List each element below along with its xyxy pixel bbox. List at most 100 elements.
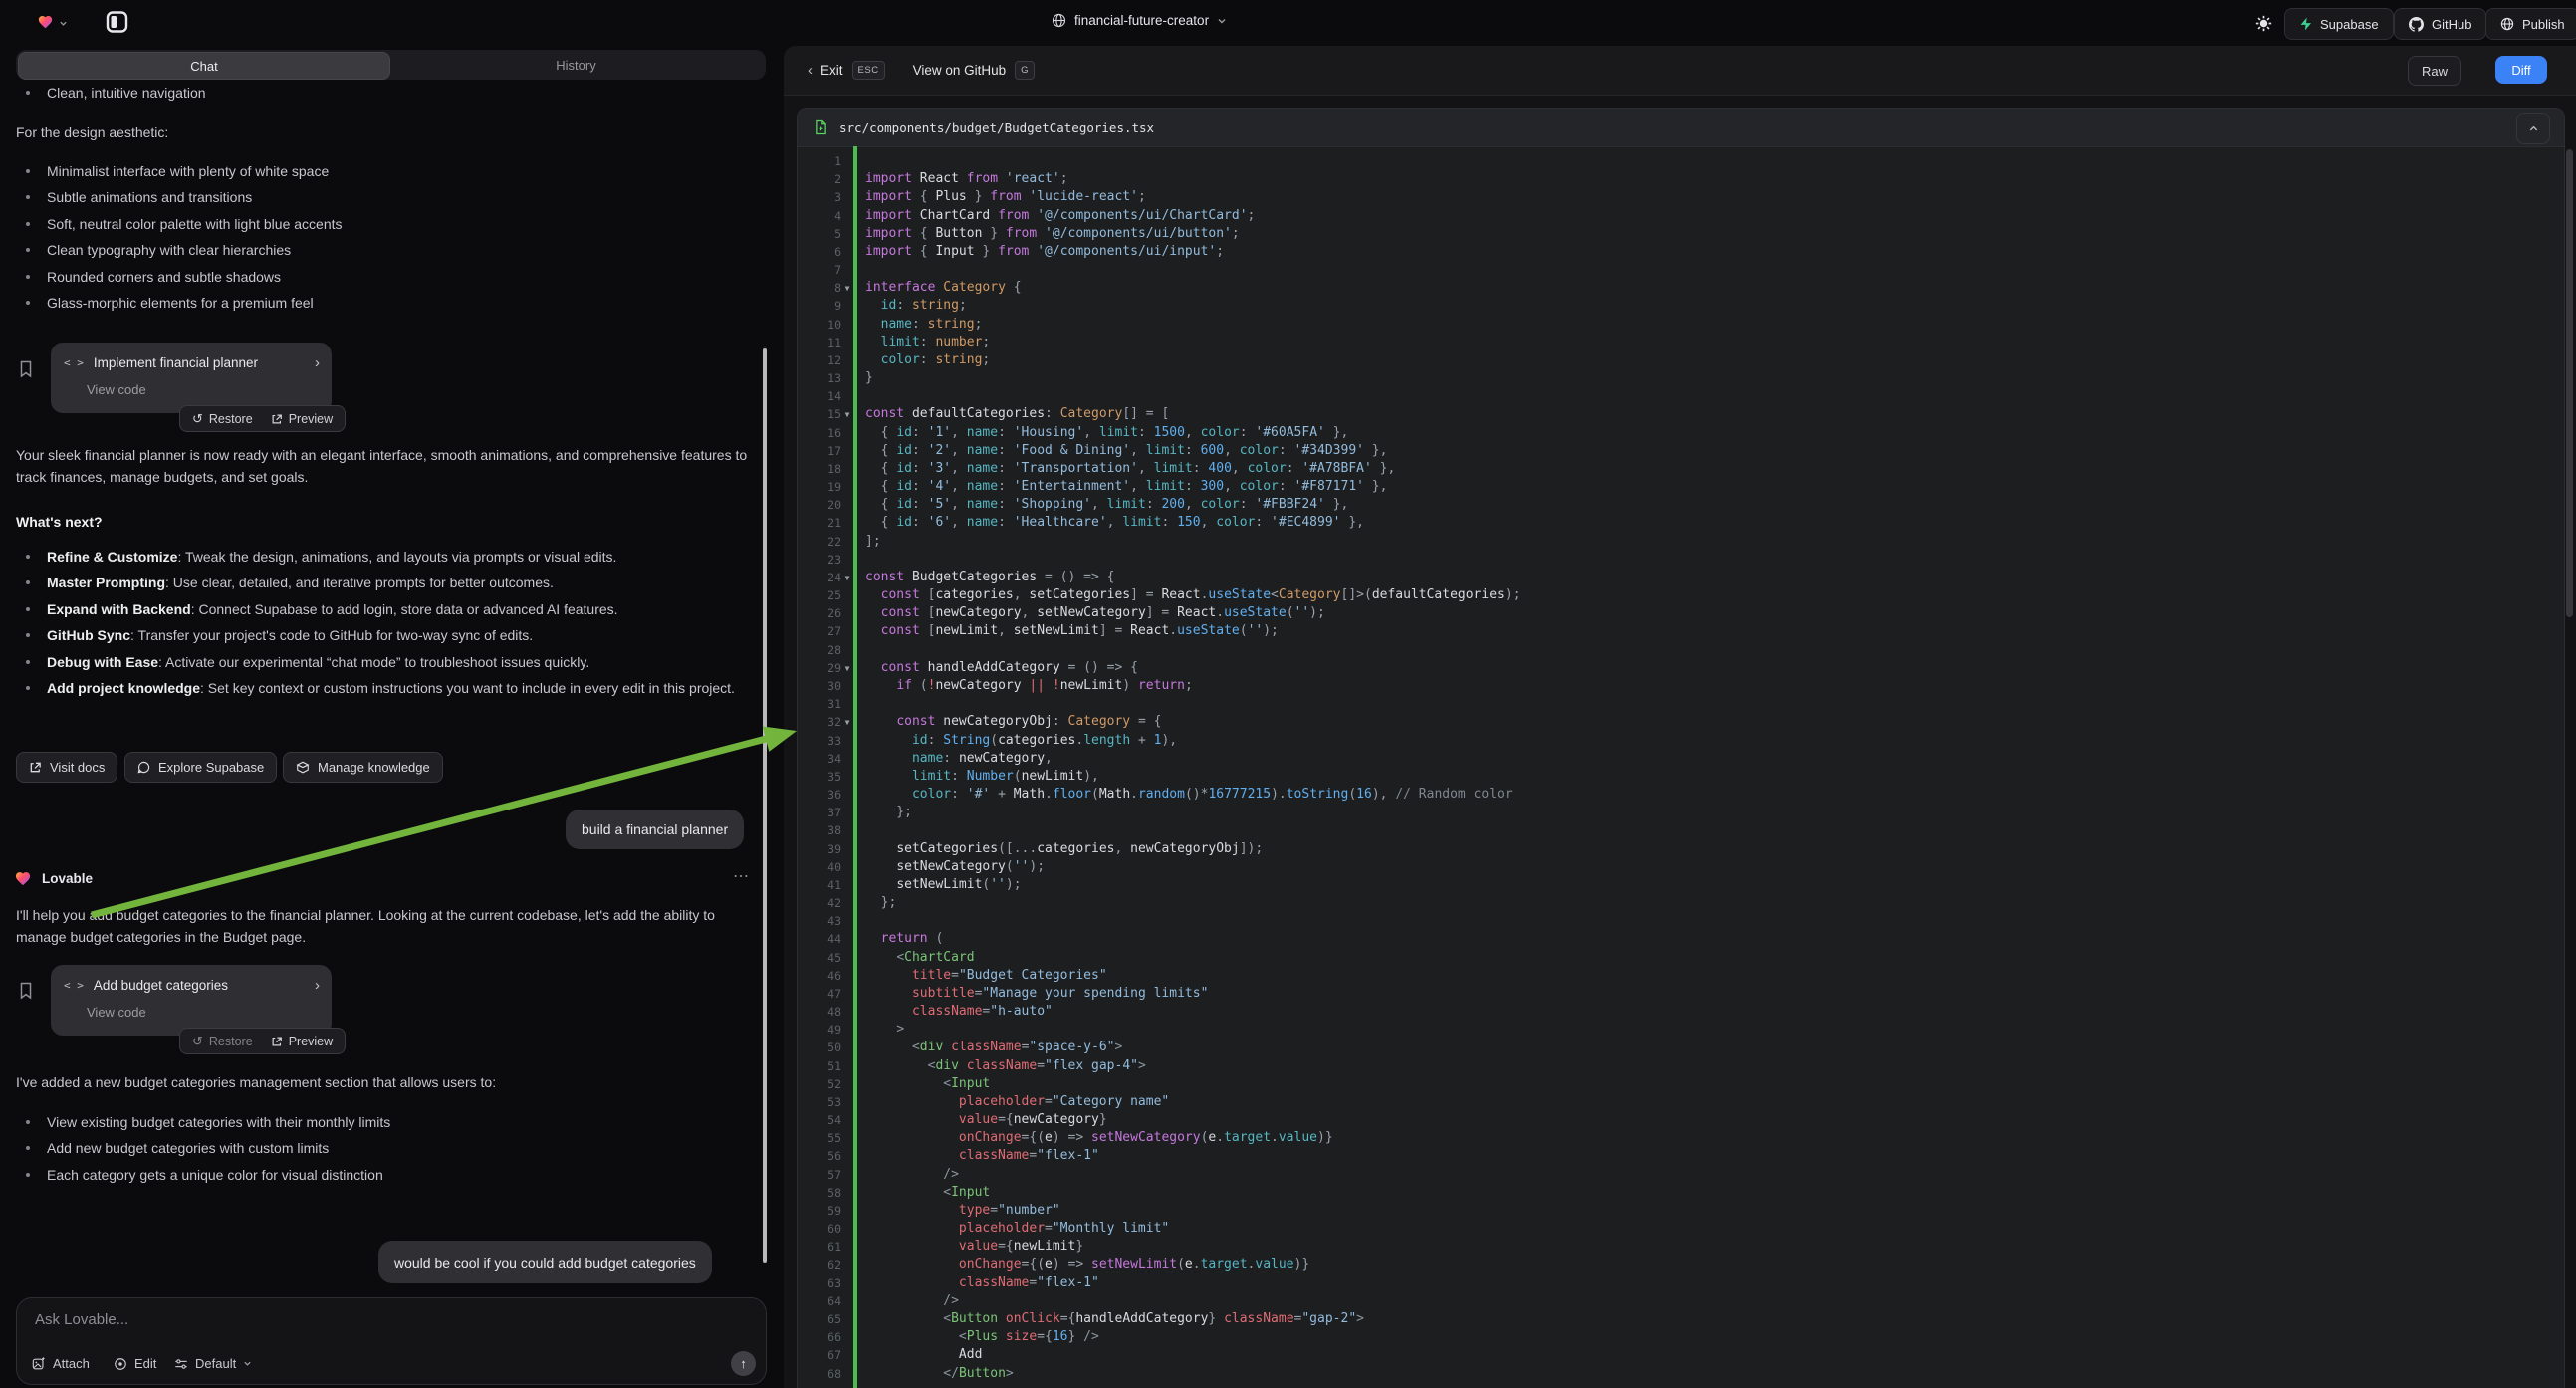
code-panel: ‹ Exit ESC View on GitHub G Raw Diff src…	[784, 46, 2576, 1388]
lovable-heart-icon	[14, 870, 32, 887]
code-line: 52 <Input	[798, 1075, 2564, 1093]
code-line: 39 setCategories([...categories, newCate…	[798, 840, 2564, 858]
code-line: 32▼ const newCategoryObj: Category = {	[798, 713, 2564, 731]
restore-button[interactable]: ↺ Restore	[192, 411, 253, 427]
external-link-icon	[29, 761, 42, 774]
restore-icon: ↺	[192, 1034, 203, 1049]
view-on-github-button[interactable]: View on GitHub	[913, 63, 1007, 78]
bookmark-icon[interactable]	[19, 982, 33, 1000]
code-line: 10 name: string;	[798, 316, 2564, 334]
code-line: 30 if (!newCategory || !newLimit) return…	[798, 677, 2564, 695]
whats-next-list: Refine & Customize: Tweak the design, an…	[26, 544, 753, 701]
version-card-add-budget-categories[interactable]: < > Add budget categories › View code	[51, 965, 332, 1036]
collapse-file-button[interactable]	[2516, 113, 2550, 144]
github-button[interactable]: GitHub	[2394, 8, 2486, 40]
chevron-up-icon	[2528, 123, 2539, 134]
chevron-right-icon: ›	[315, 354, 320, 371]
lovable-logo-heart-icon[interactable]	[37, 14, 54, 30]
file-added-icon	[815, 119, 827, 135]
code-icon: < >	[64, 356, 84, 369]
code-line: 27 const [newLimit, setNewLimit] = React…	[798, 622, 2564, 640]
list-item: Clean, intuitive navigation	[26, 82, 743, 104]
code-panel-header: ‹ Exit ESC View on GitHub G Raw Diff	[784, 46, 2576, 96]
explore-supabase-button[interactable]: Explore Supabase	[124, 752, 277, 783]
added-bullet-list: View existing budget categories with the…	[26, 1109, 753, 1188]
user-message: would be cool if you could add budget ca…	[378, 1241, 712, 1283]
code-line: 40 setNewCategory('');	[798, 858, 2564, 876]
external-link-icon	[271, 1036, 283, 1047]
attach-button[interactable]: Attach	[32, 1356, 90, 1371]
ask-lovable-input[interactable]	[33, 1310, 634, 1329]
code-line: 24▼const BudgetCategories = () => {	[798, 569, 2564, 586]
code-line: 49 >	[798, 1021, 2564, 1039]
supabase-button[interactable]: Supabase	[2284, 8, 2394, 40]
bookmark-icon[interactable]	[19, 360, 33, 378]
raw-toggle-button[interactable]: Raw	[2408, 56, 2461, 86]
code-line: 64 />	[798, 1292, 2564, 1310]
project-name: financial-future-creator	[1074, 13, 1209, 28]
code-line: 4import ChartCard from '@/components/ui/…	[798, 207, 2564, 225]
message-menu-icon[interactable]: ⋯	[733, 866, 751, 886]
send-button[interactable]: ↑	[731, 1351, 756, 1376]
sliders-icon	[174, 1357, 188, 1371]
code-line: 67 Add	[798, 1346, 2564, 1364]
version-card-header[interactable]: < > Implement financial planner ›	[51, 343, 332, 382]
code-line: 62 onChange={(e) => setNewLimit(e.target…	[798, 1256, 2564, 1273]
code-line: 50 <div className="space-y-6">	[798, 1039, 2564, 1056]
version-card-header[interactable]: < > Add budget categories ›	[51, 965, 332, 1005]
list-item: Glass-morphic elements for a premium fee…	[26, 290, 743, 316]
code-line: 23	[798, 551, 2564, 569]
code-editor[interactable]: 12import React from 'react';3import { Pl…	[798, 146, 2564, 1388]
code-line: 15▼const defaultCategories: Category[] =…	[798, 405, 2564, 423]
code-line: 61 value={newLimit}	[798, 1238, 2564, 1256]
assistant-header: Lovable	[14, 870, 93, 887]
code-line: 42 };	[798, 894, 2564, 912]
code-line: 58 <Input	[798, 1184, 2564, 1202]
toggle-sidebar-icon[interactable]	[106, 10, 128, 34]
list-item: Subtle animations and transitions	[26, 184, 743, 210]
restore-preview-pill: ↺ Restore Preview	[179, 405, 346, 432]
tab-history[interactable]: History	[390, 52, 762, 78]
version-card-implement-financial-planner[interactable]: < > Implement financial planner › View c…	[51, 343, 332, 413]
list-item: View existing budget categories with the…	[26, 1109, 753, 1135]
code-scrollbar[interactable]	[2566, 149, 2573, 617]
model-selector[interactable]: Default	[174, 1356, 252, 1371]
visit-docs-button[interactable]: Visit docs	[16, 752, 117, 783]
preview-button[interactable]: Preview	[271, 1035, 333, 1048]
code-icon: < >	[64, 979, 84, 992]
code-line: 14	[798, 387, 2564, 405]
lovable-app: financial-future-creator Supabase GitHub	[0, 0, 2576, 1388]
external-link-icon	[271, 413, 283, 425]
code-line: 20 { id: '5', name: 'Shopping', limit: 2…	[798, 496, 2564, 514]
logo-chevron-down-icon[interactable]	[59, 19, 68, 28]
preview-button[interactable]: Preview	[271, 412, 333, 426]
restore-button[interactable]: ↺ Restore	[192, 1034, 253, 1049]
edit-mode-button[interactable]: Edit	[114, 1356, 156, 1371]
file-path-bar[interactable]: src/components/budget/BudgetCategories.t…	[798, 109, 2564, 147]
list-item: Expand with Backend: Connect Supabase to…	[26, 596, 753, 622]
chat-panel: Chat History Clean, intuitive navigation…	[0, 46, 773, 1388]
list-item: Add project knowledge: Set key context o…	[26, 675, 753, 701]
settings-button[interactable]	[2246, 8, 2280, 38]
chat-composer: Attach Edit Default ↑	[16, 1297, 767, 1385]
manage-knowledge-button[interactable]: Manage knowledge	[283, 752, 443, 783]
code-line: 53 placeholder="Category name"	[798, 1093, 2564, 1111]
knowledge-box-icon	[296, 761, 310, 775]
g-key-badge: G	[1015, 61, 1035, 80]
code-line: 22];	[798, 533, 2564, 551]
exit-button[interactable]: Exit	[820, 63, 843, 78]
code-line: 7	[798, 261, 2564, 279]
code-line: 21 { id: '6', name: 'Healthcare', limit:…	[798, 514, 2564, 532]
design-bullet-list: Minimalist interface with plenty of whit…	[26, 158, 743, 316]
code-line: 43	[798, 912, 2564, 930]
code-line: 36 color: '#' + Math.floor(Math.random()…	[798, 786, 2564, 804]
chat-scrollbar[interactable]	[763, 348, 767, 1263]
code-line: 12 color: string;	[798, 351, 2564, 369]
list-item: Rounded corners and subtle shadows	[26, 264, 743, 290]
diff-toggle-button[interactable]: Diff	[2495, 56, 2547, 84]
restore-icon: ↺	[192, 411, 203, 427]
publish-button[interactable]: Publish	[2485, 8, 2576, 40]
project-switcher[interactable]: financial-future-creator	[1052, 13, 1227, 28]
tab-chat[interactable]: Chat	[18, 52, 390, 80]
list-item: Soft, neutral color palette with light b…	[26, 211, 743, 237]
